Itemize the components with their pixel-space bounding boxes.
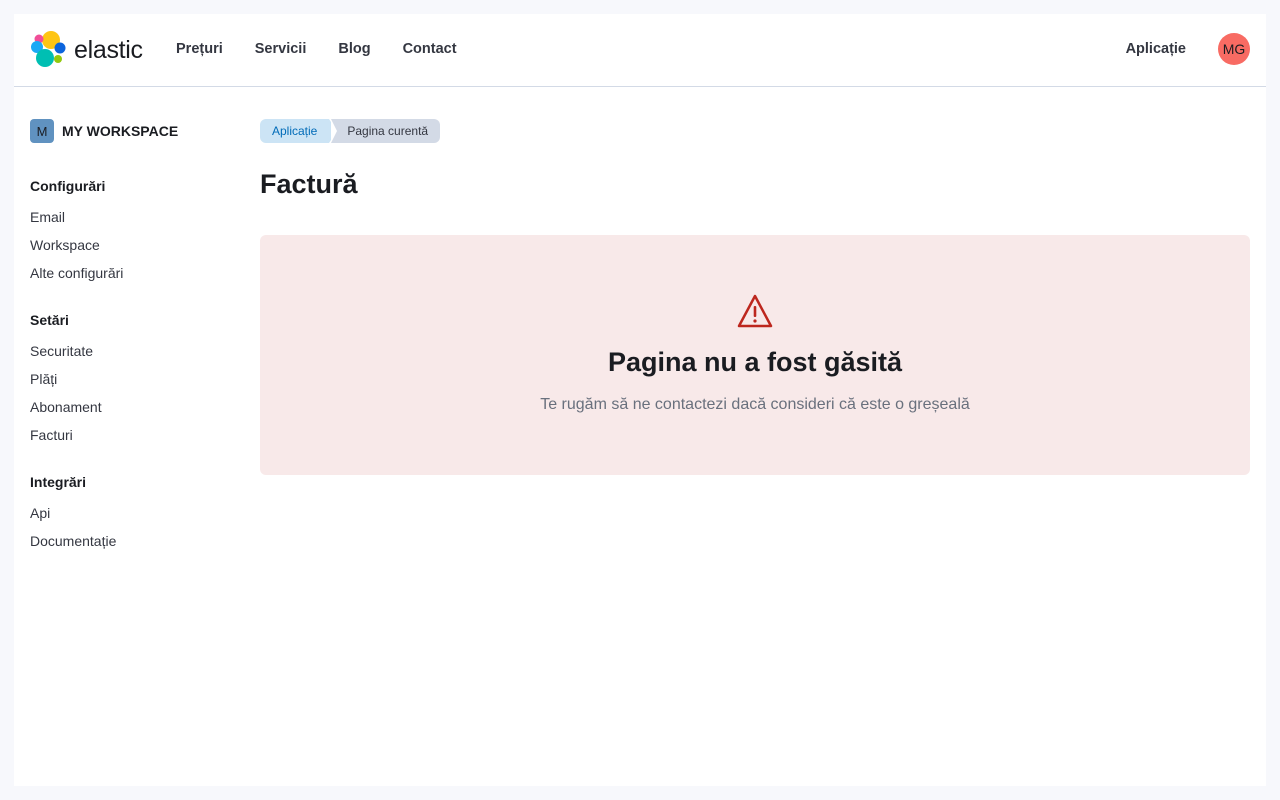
nav-item-preturi[interactable]: Prețuri (176, 41, 223, 57)
page-title: Factură (260, 169, 358, 199)
warning-icon (737, 294, 773, 328)
breadcrumb-item-current: Pagina curentă (331, 119, 441, 143)
sidebar-group-integrari: Integrări Api Documentație (30, 471, 230, 555)
breadcrumb: Aplicație Pagina curentă (260, 119, 1250, 143)
nav-item-contact[interactable]: Contact (403, 41, 457, 57)
sidebar-item-alte-configurari[interactable]: Alte configurări (30, 259, 230, 287)
error-panel: Pagina nu a fost găsită Te rugăm să ne c… (260, 235, 1250, 475)
elastic-logo[interactable]: elastic (30, 31, 143, 69)
sidebar-item-workspace[interactable]: Workspace (30, 231, 230, 259)
avatar[interactable]: MG (1218, 33, 1250, 65)
brand-name: elastic (74, 35, 143, 64)
app-link[interactable]: Aplicație (1126, 41, 1186, 57)
sidebar-item-api[interactable]: Api (30, 499, 230, 527)
error-title: Pagina nu a fost găsită (607, 347, 903, 377)
elastic-logo-icon (31, 31, 66, 67)
sidebar-group-configurari: Configurări Email Workspace Alte configu… (30, 175, 230, 287)
sidebar-item-facturi[interactable]: Facturi (30, 421, 230, 449)
sidebar-item-email[interactable]: Email (30, 203, 230, 231)
sidebar-item-documentatie[interactable]: Documentație (30, 527, 230, 555)
sidebar-group-title: Setări (30, 312, 69, 328)
error-message: Te rugăm să ne contactezi dacă consideri… (540, 396, 970, 413)
sidebar-item-plati[interactable]: Plăți (30, 365, 230, 393)
nav-item-servicii[interactable]: Servicii (255, 41, 307, 57)
workspace-switcher[interactable]: M MY WORKSPACE (30, 119, 230, 143)
header-right: Aplicație MG (1126, 33, 1250, 65)
main-content: Aplicație Pagina curentă Factură Pagina … (260, 119, 1250, 475)
top-header: elastic Prețuri Servicii Blog Contact Ap… (14, 14, 1266, 87)
sidebar-group-title: Configurări (30, 178, 106, 194)
sidebar-group-title: Integrări (30, 474, 87, 490)
sidebar-item-abonament[interactable]: Abonament (30, 393, 230, 421)
sidebar: M MY WORKSPACE Configurări Email Workspa… (30, 119, 230, 577)
workspace-badge: M (30, 119, 54, 143)
breadcrumb-item-aplicatie[interactable]: Aplicație (260, 119, 338, 143)
nav-item-blog[interactable]: Blog (338, 41, 370, 57)
sidebar-item-securitate[interactable]: Securitate (30, 337, 230, 365)
app-frame: elastic Prețuri Servicii Blog Contact Ap… (14, 14, 1266, 786)
main-nav: Prețuri Servicii Blog Contact (176, 41, 489, 57)
sidebar-group-setari: Setări Securitate Plăți Abonament Factur… (30, 309, 230, 449)
workspace-name: MY WORKSPACE (62, 123, 179, 139)
